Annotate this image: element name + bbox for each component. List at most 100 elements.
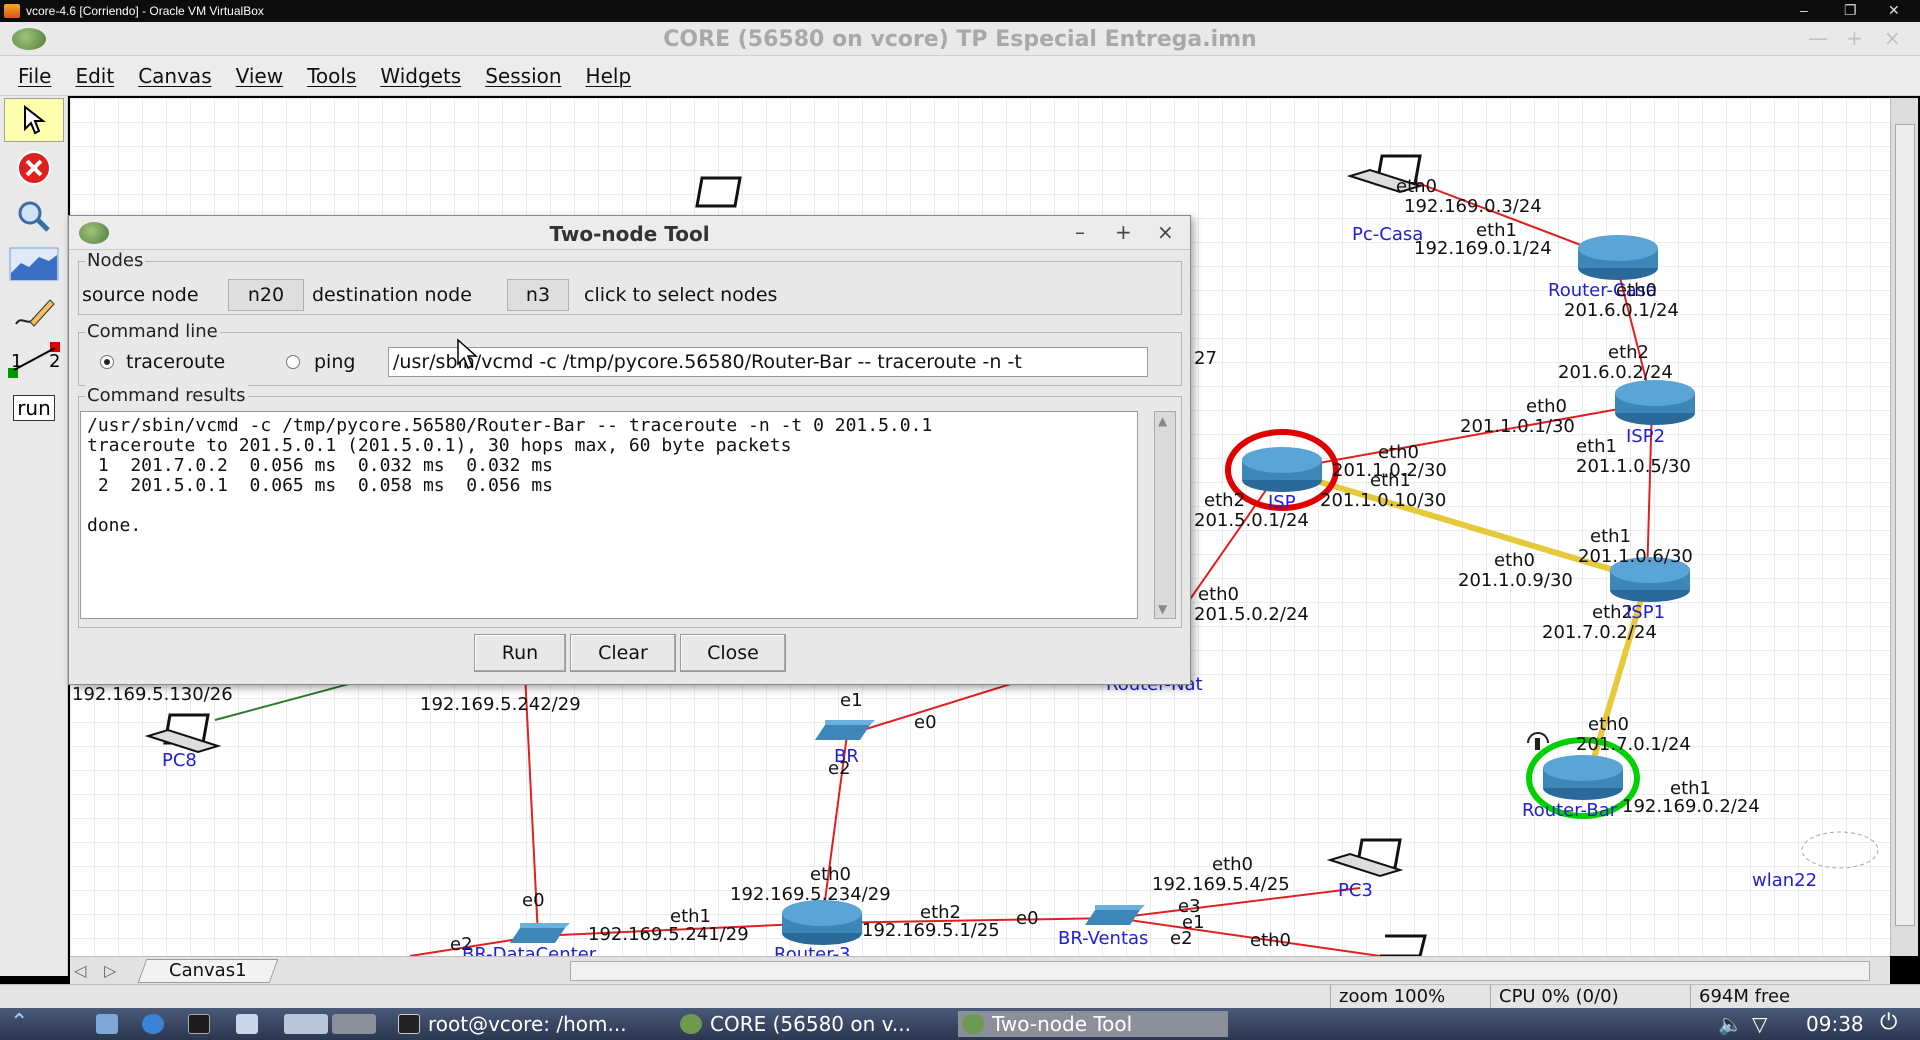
dialog-title: Two-node Tool bbox=[549, 222, 710, 246]
br-datacenter-name[interactable]: BR-DataCenter bbox=[462, 944, 596, 956]
menu-tools[interactable]: Tools bbox=[295, 64, 368, 88]
router3-eth0: eth0 bbox=[810, 864, 851, 885]
command-input[interactable]: /usr/sbin/vcmd -c /tmp/pycore.56580/Rout… bbox=[388, 347, 1148, 377]
canvas-vertical-scrollbar[interactable] bbox=[1890, 98, 1918, 956]
two-node-tool-button[interactable]: 1 2 bbox=[4, 338, 64, 382]
stop-icon bbox=[17, 151, 51, 185]
vbox-restore-button[interactable]: ❐ bbox=[1844, 2, 1857, 19]
pc3-name[interactable]: PC3 bbox=[1338, 880, 1373, 901]
isp2-name[interactable]: ISP2 bbox=[1626, 426, 1665, 447]
terminal-icon bbox=[398, 1014, 420, 1034]
scroll-up-icon[interactable]: ▲ bbox=[1158, 414, 1167, 428]
pccasa-name[interactable]: Pc-Casa bbox=[1352, 224, 1423, 245]
start-menu-icon[interactable]: ⌃ bbox=[10, 1010, 28, 1035]
network-icon[interactable]: ▽ bbox=[1752, 1012, 1767, 1036]
core-task-icon bbox=[680, 1014, 702, 1034]
select-nodes-hint: click to select nodes bbox=[584, 284, 778, 306]
routerbar-ip0: 201.7.0.1/24 bbox=[1576, 734, 1691, 755]
dc-eth1-ip: 192.169.5.242/29 bbox=[420, 694, 581, 715]
scroll-down-icon[interactable]: ▼ bbox=[1158, 602, 1167, 616]
menu-file[interactable]: File bbox=[6, 64, 63, 88]
isp2-ip-b: 201.1.0.5/30 bbox=[1576, 456, 1691, 477]
source-node-button[interactable]: n20 bbox=[228, 279, 304, 311]
observer-widget-button[interactable] bbox=[4, 194, 64, 238]
task-core-label: CORE (56580 on v... bbox=[710, 1012, 912, 1036]
select-tool-button[interactable] bbox=[4, 98, 64, 142]
core-maximize-button[interactable]: + bbox=[1846, 26, 1863, 50]
tab-scroll-left-icon[interactable]: ◁ bbox=[74, 961, 86, 980]
pc3-eth0: eth0 bbox=[1212, 854, 1253, 875]
destination-node-button[interactable]: n3 bbox=[507, 279, 569, 311]
memory-status: 694M free bbox=[1690, 985, 1918, 1009]
file-manager-icon[interactable] bbox=[96, 1014, 118, 1034]
ping-radio[interactable] bbox=[286, 355, 300, 369]
vbox-close-button[interactable]: ✕ bbox=[1888, 2, 1900, 19]
dialog-close-icon[interactable]: × bbox=[1157, 220, 1174, 244]
br-e0: e0 bbox=[914, 712, 937, 733]
clear-button[interactable]: Clear bbox=[570, 634, 676, 672]
vertical-scroll-thumb[interactable] bbox=[1895, 124, 1915, 926]
power-icon[interactable]: ⏻ bbox=[1880, 1010, 1897, 1035]
core-minimize-button[interactable]: — bbox=[1808, 26, 1828, 50]
plot-tool-button[interactable] bbox=[4, 242, 64, 286]
results-scrollbar[interactable]: ▲ ▼ bbox=[1154, 411, 1176, 619]
vbox-minimize-button[interactable]: – bbox=[1800, 2, 1808, 18]
two-node-label-1: 1 bbox=[11, 351, 23, 372]
close-button[interactable]: Close bbox=[680, 634, 786, 672]
menu-canvas[interactable]: Canvas bbox=[126, 64, 223, 88]
terminal-launcher-icon[interactable] bbox=[188, 1014, 210, 1034]
menu-view[interactable]: View bbox=[224, 64, 295, 88]
virtualbox-titlebar: vcore-4.6 [Corriendo] - Oracle VM Virtua… bbox=[0, 0, 1920, 22]
menu-session[interactable]: Session bbox=[473, 64, 573, 88]
br-switch-icon bbox=[815, 720, 875, 740]
pc3-ip: 192.169.5.4/25 bbox=[1152, 874, 1290, 895]
stop-session-button[interactable] bbox=[4, 146, 64, 190]
isp1-name[interactable]: ISP1 bbox=[1626, 602, 1665, 623]
pc8-name[interactable]: PC8 bbox=[162, 750, 197, 771]
run-button[interactable]: Run bbox=[474, 634, 566, 672]
command-results-text[interactable]: /usr/sbin/vcmd -c /tmp/pycore.56580/Rout… bbox=[80, 411, 1138, 619]
marker-tool-button[interactable] bbox=[4, 290, 64, 334]
routercasa-ip1: 192.169.0.1/24 bbox=[1414, 238, 1552, 259]
wlan-cloud-icon bbox=[1801, 831, 1879, 869]
traceroute-radio[interactable] bbox=[100, 355, 114, 369]
brventas-e0: e0 bbox=[1016, 908, 1039, 929]
status-bar: zoom 100% CPU 0% (0/0) 694M free bbox=[0, 984, 1920, 1009]
canvas-horizontal-scrollbar[interactable] bbox=[570, 961, 1870, 981]
show-desktop-icon[interactable] bbox=[284, 1014, 328, 1034]
routerbar-ip1: 192.169.0.2/24 bbox=[1622, 796, 1760, 817]
menu-edit[interactable]: Edit bbox=[63, 64, 126, 88]
canvas-tab-bar: ◁ ▷ Canvas1 bbox=[70, 956, 1890, 984]
router3-name[interactable]: Router-3 bbox=[774, 944, 850, 956]
task-core[interactable]: CORE (56580 on v... bbox=[676, 1011, 958, 1037]
tab-scroll-right-icon[interactable]: ▷ bbox=[104, 961, 116, 980]
dialog-minimize-button[interactable]: – bbox=[1075, 220, 1085, 244]
brventas-name[interactable]: BR-Ventas bbox=[1058, 928, 1148, 949]
routercasa-ip0: 201.6.0.1/24 bbox=[1564, 300, 1679, 321]
menu-widgets[interactable]: Widgets bbox=[368, 64, 473, 88]
dialog-maximize-button[interactable]: + bbox=[1115, 220, 1132, 244]
volume-icon[interactable]: 🔈 bbox=[1718, 1012, 1743, 1036]
browser-icon[interactable] bbox=[142, 1014, 164, 1034]
routernat-eth0: eth0 bbox=[1198, 584, 1239, 605]
br-datacenter-switch-icon bbox=[510, 923, 570, 943]
menu-bar: File Edit Canvas View Tools Widgets Sess… bbox=[0, 56, 1920, 96]
task-two-node-tool[interactable]: Two-node Tool bbox=[958, 1011, 1228, 1037]
wlan22-name[interactable]: wlan22 bbox=[1752, 870, 1817, 891]
core-close-button[interactable]: × bbox=[1884, 26, 1901, 50]
dialog-titlebar[interactable]: Two-node Tool – + × bbox=[69, 216, 1190, 250]
task-terminal[interactable]: root@vcore: /hom... bbox=[394, 1011, 676, 1037]
windows-icon[interactable] bbox=[236, 1014, 258, 1034]
ping-label[interactable]: ping bbox=[314, 351, 355, 373]
routerbar-name[interactable]: Router-Bar bbox=[1522, 800, 1617, 821]
isp1-eth1: eth1 bbox=[1590, 526, 1631, 547]
pc8-ip: 192.169.5.130/26 bbox=[72, 684, 233, 705]
clock[interactable]: 09:38 bbox=[1806, 1012, 1864, 1036]
menu-help[interactable]: Help bbox=[574, 64, 644, 88]
workspace-icon[interactable] bbox=[332, 1014, 376, 1034]
run-tool-button[interactable]: run bbox=[4, 386, 64, 430]
isp2-ip2: 201.6.0.2/24 bbox=[1558, 362, 1673, 383]
destination-node-label: destination node bbox=[312, 284, 472, 306]
traceroute-label[interactable]: traceroute bbox=[126, 351, 225, 373]
tab-canvas1[interactable]: Canvas1 bbox=[137, 959, 278, 983]
